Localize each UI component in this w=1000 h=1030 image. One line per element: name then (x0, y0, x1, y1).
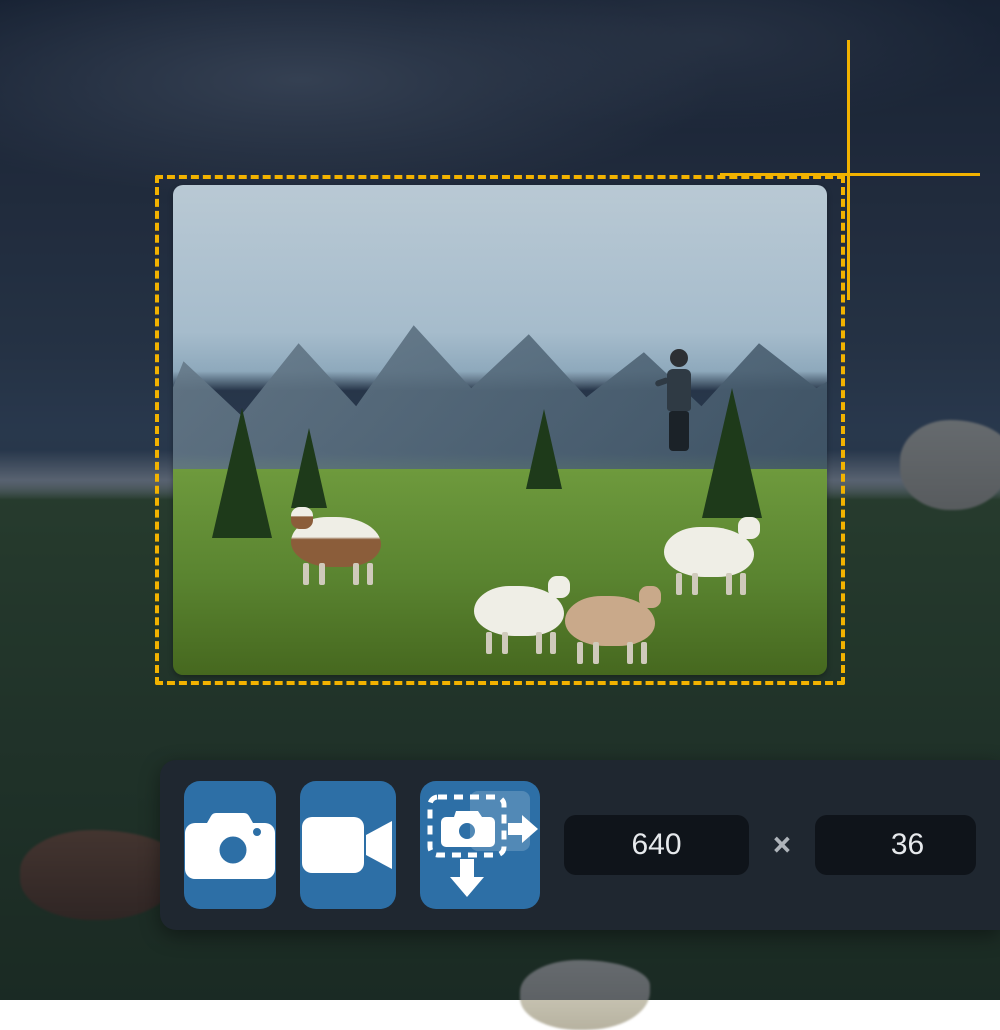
capture-width-input[interactable] (564, 815, 749, 875)
decorative-goat (565, 596, 655, 646)
screenshot-button[interactable] (184, 781, 276, 909)
decorative-tree (212, 408, 272, 538)
video-icon (300, 813, 396, 877)
decorative-tree (526, 409, 562, 489)
capture-preview (173, 185, 827, 675)
decorative-goat (291, 517, 381, 567)
capture-height-input[interactable] (815, 815, 976, 875)
decorative-highlight (470, 791, 530, 851)
capture-toolbar: × (160, 760, 1000, 930)
record-video-button[interactable] (300, 781, 396, 909)
scrolling-capture-button[interactable] (420, 781, 540, 909)
decorative-tree (702, 388, 762, 518)
capture-selection[interactable] (155, 175, 845, 685)
decorative-tree (291, 428, 327, 508)
camera-icon (184, 809, 276, 881)
decorative-person (662, 349, 696, 459)
dimensions-separator: × (773, 825, 791, 865)
decorative-goat (664, 527, 754, 577)
decorative-goat (474, 586, 564, 636)
